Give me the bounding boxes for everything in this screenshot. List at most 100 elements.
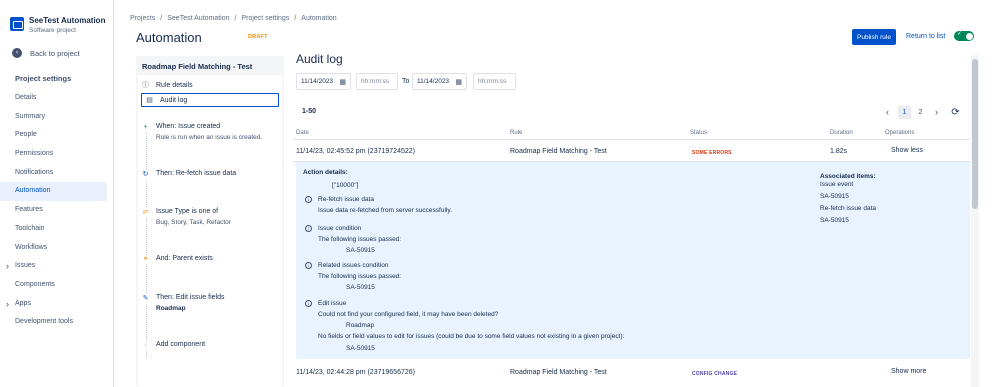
rule-name: Roadmap Field Matching - Test bbox=[142, 62, 253, 71]
related-issue: SA-50915 bbox=[346, 284, 375, 291]
row1-duration: 1.82s bbox=[830, 148, 848, 155]
edit-message-2: No fields or field values to edit for is… bbox=[318, 333, 625, 340]
to-date-value: 11/14/2023 bbox=[417, 78, 450, 85]
sidebar-item-automation[interactable]: Automation bbox=[0, 182, 107, 202]
step-edit-fields-sub: Roadmap bbox=[156, 305, 186, 312]
issue-condition-log: i Issue condition bbox=[305, 225, 361, 232]
info-icon: ⓘ bbox=[142, 82, 149, 89]
sidebar-item-summary[interactable]: Summary bbox=[0, 108, 113, 127]
column-duration: Duration bbox=[830, 130, 853, 136]
step-parent-exists[interactable]: ⚭ And: Parent exists bbox=[140, 255, 278, 264]
edit-field: Roadmap bbox=[346, 322, 375, 329]
refetch-message: Issue data re-fetched from server succes… bbox=[318, 207, 452, 214]
sidebar-item-permissions[interactable]: Permissions bbox=[0, 145, 113, 164]
rule-details-item[interactable]: ⓘ Rule details bbox=[141, 80, 193, 90]
calendar-icon: ▦ bbox=[455, 78, 462, 86]
from-date-input[interactable]: 11/14/2023 ▦ bbox=[296, 73, 351, 90]
column-date: Date bbox=[296, 130, 309, 136]
sidebar-item-details[interactable]: Details bbox=[0, 89, 113, 108]
to-time-input[interactable]: hh:mm:ss bbox=[473, 73, 516, 90]
add-component-item[interactable]: ○ Add component bbox=[140, 341, 278, 350]
sidebar-item-issues[interactable]: Issues bbox=[0, 257, 113, 276]
page-1-button[interactable]: 1 bbox=[898, 106, 911, 119]
sidebar-item-development-tools[interactable]: Development tools bbox=[0, 313, 113, 332]
document-icon: ▤ bbox=[146, 97, 153, 104]
from-time-input[interactable]: hh:mm:ss bbox=[356, 73, 398, 90]
related-message: The following issues passed: bbox=[318, 273, 402, 280]
step-edit-fields-title: Then: Edit issue fields bbox=[156, 294, 225, 301]
associated-event-issue-link[interactable]: SA-50915 bbox=[820, 193, 849, 200]
arrow-left-icon: ‹ bbox=[12, 48, 22, 58]
refresh-icon[interactable]: ⟳ bbox=[949, 106, 962, 119]
breadcrumb-automation[interactable]: Automation bbox=[301, 15, 336, 22]
show-less-button[interactable]: Show less bbox=[891, 147, 923, 154]
breadcrumb-project[interactable]: SeeTest Automation bbox=[167, 15, 229, 22]
row1-rule: Roadmap Field Matching - Test bbox=[510, 148, 607, 155]
rule-enabled-toggle[interactable] bbox=[954, 30, 974, 41]
step-refetch[interactable]: ↻ Then: Re-fetch issue data bbox=[140, 170, 278, 179]
condition-message: The following issues passed: bbox=[318, 236, 402, 243]
sidebar-item-features[interactable]: Features bbox=[0, 201, 113, 220]
sidebar-item-components[interactable]: Components bbox=[0, 276, 113, 295]
chevron-left-icon[interactable]: ‹ bbox=[881, 106, 894, 119]
associated-refetch-issue-link[interactable]: SA-50915 bbox=[820, 217, 849, 224]
audit-log-title: Audit log bbox=[296, 52, 343, 66]
breadcrumb-projects[interactable]: Projects bbox=[130, 15, 155, 22]
sidebar-item-people[interactable]: People bbox=[0, 126, 113, 145]
breadcrumb-project-settings[interactable]: Project settings bbox=[241, 15, 289, 22]
scrollbar[interactable] bbox=[971, 55, 979, 387]
back-to-project-link[interactable]: ‹ Back to project bbox=[12, 48, 113, 58]
info-icon: i bbox=[305, 262, 312, 269]
project-type: Software project bbox=[29, 27, 76, 34]
step-trigger-sub: Rule is run when an issue is created. bbox=[156, 134, 263, 141]
scrollbar-thumb[interactable] bbox=[972, 59, 978, 209]
associated-items-heading: Associated items: bbox=[820, 173, 876, 180]
return-to-list-link[interactable]: Return to list bbox=[906, 33, 945, 40]
column-rule: Rule bbox=[510, 130, 523, 136]
refetch-title: Re-fetch issue data bbox=[318, 196, 375, 204]
edit-issue-log: i Edit issue bbox=[305, 300, 346, 307]
step-trigger[interactable]: + When: Issue created Rule is run when a… bbox=[140, 123, 278, 141]
rule-flow-card: ⓘ Rule details ▤ Audit log + When: Issue… bbox=[138, 75, 282, 387]
edit-issue: SA-50915 bbox=[346, 345, 375, 352]
associated-refetch: Re-fetch issue data bbox=[820, 205, 877, 212]
project-avatar-icon bbox=[10, 17, 24, 31]
publish-rule-button[interactable]: Publish rule bbox=[852, 29, 896, 45]
chevron-right-icon[interactable]: › bbox=[930, 106, 943, 119]
sidebar-section-title: Project settings bbox=[15, 74, 72, 83]
status-badge: CONFIG CHANGE bbox=[692, 371, 738, 377]
pencil-icon: ✎ bbox=[141, 294, 150, 303]
to-date-input[interactable]: 11/14/2023 ▦ bbox=[412, 73, 467, 90]
sidebar-item-apps[interactable]: Apps bbox=[0, 295, 113, 314]
from-time-placeholder: hh:mm:ss bbox=[361, 78, 390, 85]
plus-icon: + bbox=[141, 123, 150, 132]
step-condition[interactable]: ⇄ Issue Type is one of Bug, Story, Task,… bbox=[140, 208, 278, 226]
page-2-button[interactable]: 2 bbox=[914, 106, 927, 119]
refetch-log: i Re-fetch issue data bbox=[305, 196, 374, 203]
sidebar-item-workflows[interactable]: Workflows bbox=[0, 239, 113, 258]
step-edit-fields[interactable]: ✎ Then: Edit issue fields Roadmap bbox=[140, 294, 278, 312]
condition-icon: ⇄ bbox=[141, 208, 150, 217]
dot-icon: ○ bbox=[141, 341, 150, 350]
related-title: Related issues condition bbox=[318, 262, 389, 270]
sidebar-item-notifications[interactable]: Notifications bbox=[0, 164, 113, 183]
header-divider bbox=[293, 139, 970, 140]
back-to-project-label: Back to project bbox=[30, 48, 80, 58]
sidebar-nav: Details Summary People Permissions Notif… bbox=[0, 89, 113, 332]
step-condition-sub: Bug, Story, Task, Refactor bbox=[156, 219, 231, 226]
flow-connector bbox=[146, 127, 147, 357]
related-condition-log: i Related issues condition bbox=[305, 262, 388, 269]
row2-rule: Roadmap Field Matching - Test bbox=[510, 369, 607, 376]
sidebar-item-toolchain[interactable]: Toolchain bbox=[0, 220, 113, 239]
to-label: To bbox=[402, 78, 410, 85]
to-time-placeholder: hh:mm:ss bbox=[478, 78, 507, 85]
rule-flow-panel: Roadmap Field Matching - Test ⓘ Rule det… bbox=[136, 56, 284, 387]
show-more-button[interactable]: Show more bbox=[891, 368, 926, 375]
draft-badge: DRAFT bbox=[248, 34, 268, 40]
associated-issue-event: Issue event bbox=[820, 181, 854, 188]
result-range: 1-50 bbox=[302, 108, 317, 115]
audit-log-item[interactable]: ▤ Audit log bbox=[141, 93, 279, 107]
edit-title: Edit issue bbox=[318, 300, 347, 308]
action-value: ["10000"] bbox=[332, 182, 359, 189]
step-refetch-title: Then: Re-fetch issue data bbox=[156, 170, 237, 177]
